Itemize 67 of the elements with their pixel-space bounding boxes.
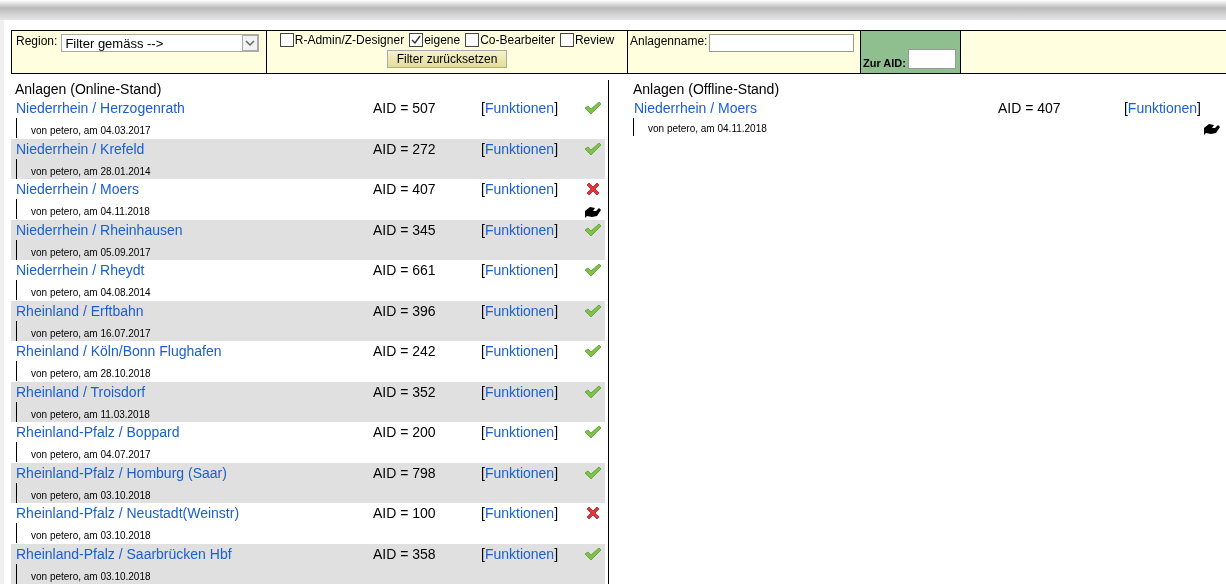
- author-date-text: von petero, am 04.08.2014: [30, 287, 151, 300]
- author-date-text: von petero, am 03.10.2018: [30, 530, 151, 543]
- facility-link[interactable]: Rheinland-Pfalz / Saarbrücken Hbf: [11, 545, 373, 562]
- aid-text: AID = 358: [373, 545, 437, 562]
- functions-link[interactable]: [Funktionen]: [481, 100, 559, 116]
- region-dropdown[interactable]: Filter gemäss -->: [61, 34, 260, 52]
- functions-link[interactable]: [Funktionen]: [481, 181, 559, 197]
- aid-text: AID = 407: [373, 181, 437, 197]
- author-date-text: von petero, am 28.10.2018: [30, 368, 151, 381]
- facility-link[interactable]: Rheinland / Erftbahn: [11, 302, 373, 319]
- author-date-text: von petero, am 03.10.2018: [30, 570, 151, 584]
- filter-checkbox[interactable]: R-Admin/Z-Designer: [279, 33, 405, 47]
- aid-text: AID = 661: [373, 262, 437, 278]
- facility-link[interactable]: Rheinland / Köln/Bonn Flughafen: [11, 343, 373, 359]
- caret-icon: [242, 35, 259, 51]
- functions-link[interactable]: [Funktionen]: [1123, 100, 1201, 116]
- aid-label: Zur AID:: [863, 57, 906, 69]
- aid-text: AID = 242: [373, 343, 437, 359]
- aid-text: AID = 507: [373, 100, 437, 116]
- facility-link[interactable]: Rheinland-Pfalz / Neustadt(Weinstr): [11, 505, 373, 521]
- functions-link[interactable]: [Funktionen]: [481, 383, 559, 400]
- author-date-text: von petero, am 04.11.2018: [647, 123, 767, 136]
- facility-link[interactable]: Rheinland-Pfalz / Boppard: [11, 424, 373, 440]
- author-date-text: von petero, am 03.10.2018: [30, 489, 151, 503]
- reset-filter-button[interactable]: Filter zurücksetzen: [386, 50, 508, 68]
- functions-link[interactable]: [Funktionen]: [481, 140, 559, 157]
- author-date-text: von petero, am 28.01.2014: [30, 165, 151, 179]
- aid-text: AID = 396: [373, 302, 437, 319]
- facility-link[interactable]: Niederrhein / Rheinhausen: [11, 221, 373, 238]
- aid-text: AID = 352: [373, 383, 437, 400]
- name-label: Anlagenname:: [630, 34, 708, 48]
- author-date-text: von petero, am 16.07.2017: [30, 327, 151, 341]
- aid-text: AID = 200: [373, 424, 437, 440]
- aid-text: AID = 345: [373, 221, 437, 238]
- author-date-text: von petero, am 04.07.2017: [30, 449, 151, 462]
- author-date-text: von petero, am 05.09.2017: [30, 246, 151, 260]
- filter-checkbox[interactable]: Co-Bearbeiter: [465, 33, 555, 47]
- facility-link[interactable]: Niederrhein / Moers: [629, 100, 998, 116]
- name-input[interactable]: [709, 34, 855, 52]
- functions-link[interactable]: [Funktionen]: [481, 505, 559, 521]
- functions-link[interactable]: [Funktionen]: [481, 302, 559, 319]
- author-date-text: von petero, am 04.03.2017: [30, 125, 151, 138]
- filter-checkbox[interactable]: Review: [559, 33, 615, 47]
- facility-link[interactable]: Niederrhein / Rheydt: [11, 262, 373, 278]
- region-label: Region:: [16, 34, 58, 48]
- aid-input[interactable]: [908, 49, 956, 69]
- facility-link[interactable]: Rheinland-Pfalz / Homburg (Saar): [11, 464, 373, 481]
- functions-link[interactable]: [Funktionen]: [481, 545, 559, 562]
- aid-text: AID = 798: [373, 464, 437, 481]
- aid-text: AID = 272: [373, 140, 437, 157]
- functions-link[interactable]: [Funktionen]: [481, 464, 559, 481]
- functions-link[interactable]: [Funktionen]: [481, 262, 559, 278]
- facility-link[interactable]: Niederrhein / Krefeld: [11, 140, 373, 157]
- section-title: Anlagen (Offline-Stand): [632, 80, 781, 98]
- functions-link[interactable]: [Funktionen]: [481, 221, 559, 238]
- author-date-text: von petero, am 11.03.2018: [30, 408, 150, 422]
- facility-link[interactable]: Rheinland / Troisdorf: [11, 383, 373, 400]
- checkmark-icon: [410, 34, 423, 46]
- aid-text: AID = 100: [373, 505, 437, 521]
- facility-link[interactable]: Niederrhein / Herzogenrath: [11, 100, 373, 116]
- filter-checkbox[interactable]: eigene: [409, 33, 461, 47]
- aid-text: AID = 407: [997, 100, 1062, 116]
- functions-link[interactable]: [Funktionen]: [481, 343, 559, 359]
- facility-link[interactable]: Niederrhein / Moers: [11, 181, 373, 197]
- author-date-text: von petero, am 04.11.2018: [30, 206, 150, 219]
- section-title: Anlagen (Online-Stand): [14, 80, 163, 98]
- functions-link[interactable]: [Funktionen]: [481, 424, 559, 440]
